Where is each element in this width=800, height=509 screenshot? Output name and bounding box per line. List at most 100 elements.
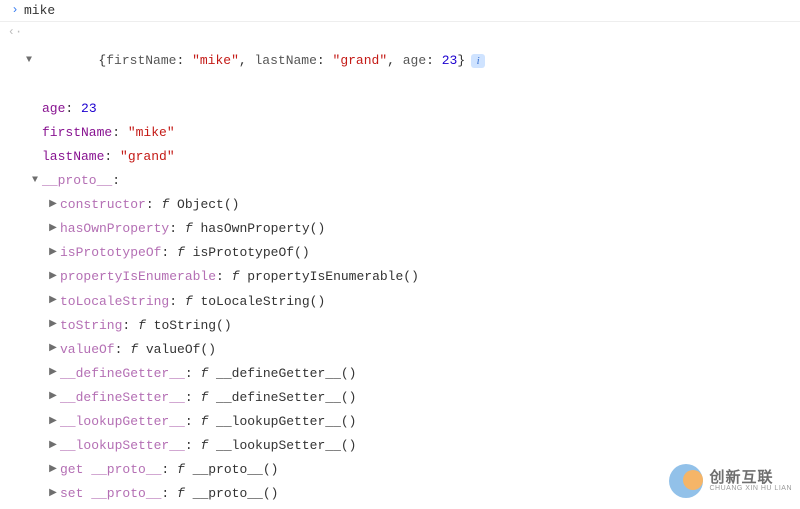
proto-method-key: isPrototypeOf — [60, 241, 161, 265]
proto-method-row[interactable]: ▶propertyIsEnumerable: f propertyIsEnume… — [12, 265, 794, 289]
proto-method-fn: __lookupSetter__() — [216, 434, 356, 458]
expand-arrow-right-icon[interactable]: ▶ — [48, 292, 58, 311]
proto-method-fn: toLocaleString() — [200, 290, 325, 314]
comma: , — [239, 53, 255, 68]
colon: : — [112, 121, 128, 145]
proto-method-row[interactable]: ▶toLocaleString: f toLocaleString() — [12, 290, 794, 314]
summary-val: 23 — [442, 53, 458, 68]
summary-val: "grand" — [333, 53, 388, 68]
colon: : — [176, 53, 192, 68]
watermark-text-py: CHUANG XIN HU LIAN — [709, 485, 792, 492]
summary-val: "mike" — [192, 53, 239, 68]
proto-method-key: get __proto__ — [60, 458, 161, 482]
proto-method-key: toString — [60, 314, 122, 338]
prop-val: "mike" — [128, 121, 175, 145]
proto-method-key: toLocaleString — [60, 290, 169, 314]
prop-key: lastName — [42, 145, 104, 169]
proto-method-row[interactable]: ▶isPrototypeOf: f isPrototypeOf() — [12, 241, 794, 265]
prop-val: "grand" — [120, 145, 175, 169]
proto-method-fn: propertyIsEnumerable() — [247, 265, 419, 289]
colon: : — [185, 434, 201, 458]
prop-lastName[interactable]: lastName: "grand" — [24, 145, 794, 169]
expand-arrow-right-icon[interactable]: ▶ — [48, 485, 58, 504]
colon: : — [216, 265, 232, 289]
prop-key: firstName — [42, 121, 112, 145]
proto-method-key: propertyIsEnumerable — [60, 265, 216, 289]
proto-method-fn: __proto__() — [193, 458, 279, 482]
expand-arrow-down-icon[interactable]: ▼ — [30, 172, 40, 191]
prop-key: __proto__ — [42, 169, 112, 193]
proto-method-fn: __defineSetter__() — [216, 386, 356, 410]
expand-arrow-right-icon[interactable]: ▶ — [48, 364, 58, 383]
proto-method-row[interactable]: ▶__defineSetter__: f __defineSetter__() — [12, 386, 794, 410]
colon: : — [161, 241, 177, 265]
proto-method-key: constructor — [60, 193, 146, 217]
expand-arrow-right-icon[interactable]: ▶ — [48, 413, 58, 432]
expand-arrow-right-icon[interactable]: ▶ — [48, 220, 58, 239]
expand-arrow-right-icon[interactable]: ▶ — [48, 461, 58, 480]
colon: : — [169, 290, 185, 314]
expand-arrow-right-icon[interactable]: ▶ — [48, 437, 58, 456]
expand-arrow-right-icon[interactable]: ▶ — [48, 316, 58, 335]
colon: : — [185, 386, 201, 410]
colon: : — [317, 53, 333, 68]
proto-method-key: __lookupSetter__ — [60, 434, 185, 458]
input-prompt-icon: › — [6, 3, 24, 17]
prop-key: age — [42, 97, 65, 121]
colon: : — [122, 314, 138, 338]
colon: : — [185, 362, 201, 386]
proto-method-row[interactable]: ▶constructor: f Object() — [12, 193, 794, 217]
watermark: 创新互联 CHUANG XIN HU LIAN — [669, 464, 792, 498]
comma: , — [387, 53, 403, 68]
expand-arrow-right-icon[interactable]: ▶ — [48, 388, 58, 407]
proto-method-row[interactable]: ▶hasOwnProperty: f hasOwnProperty() — [12, 217, 794, 241]
colon: : — [65, 97, 81, 121]
function-f-icon: f — [200, 386, 216, 410]
summary-key: age — [403, 53, 426, 68]
summary-key: firstName — [106, 53, 176, 68]
function-f-icon: f — [200, 434, 216, 458]
proto-method-fn: __lookupGetter__() — [216, 410, 356, 434]
function-f-icon: f — [177, 241, 193, 265]
object-summary-row[interactable]: ▼ {firstName: "mike", lastName: "grand",… — [24, 25, 794, 97]
proto-method-row[interactable]: ▶__lookupSetter__: f __lookupSetter__() — [12, 434, 794, 458]
proto-method-row[interactable]: ▶toString: f toString() — [12, 314, 794, 338]
function-f-icon: f — [177, 482, 193, 506]
proto-method-fn: __defineGetter__() — [216, 362, 356, 386]
prop-age[interactable]: age: 23 — [24, 97, 794, 121]
watermark-text-zh: 创新互联 — [709, 470, 792, 485]
proto-method-key: set __proto__ — [60, 482, 161, 506]
prop-firstName[interactable]: firstName: "mike" — [24, 121, 794, 145]
colon: : — [104, 145, 120, 169]
prop-proto[interactable]: ▼ __proto__: — [12, 169, 794, 193]
function-f-icon: f — [200, 362, 216, 386]
function-f-icon: f — [200, 410, 216, 434]
function-f-icon: f — [177, 458, 193, 482]
expand-arrow-right-icon[interactable]: ▶ — [48, 268, 58, 287]
expand-arrow-right-icon[interactable]: ▶ — [48, 196, 58, 215]
info-icon[interactable]: i — [471, 54, 485, 68]
expand-arrow-right-icon[interactable]: ▶ — [48, 340, 58, 359]
proto-method-key: hasOwnProperty — [60, 217, 169, 241]
expand-arrow-down-icon[interactable]: ▼ — [24, 52, 34, 71]
console-input-line[interactable]: › mike — [0, 0, 800, 22]
proto-method-fn: Object() — [177, 193, 239, 217]
proto-method-row[interactable]: ▶valueOf: f valueOf() — [12, 338, 794, 362]
colon: : — [169, 217, 185, 241]
proto-method-row[interactable]: ▶__lookupGetter__: f __lookupGetter__() — [12, 410, 794, 434]
colon: : — [115, 338, 131, 362]
proto-method-fn: isPrototypeOf() — [193, 241, 310, 265]
output-prompt-icon: ‹· — [6, 25, 24, 39]
function-f-icon: f — [185, 290, 201, 314]
colon: : — [426, 53, 442, 68]
colon: : — [161, 482, 177, 506]
object-tree: ▼ {firstName: "mike", lastName: "grand",… — [24, 25, 794, 506]
colon: : — [185, 410, 201, 434]
proto-method-key: __defineSetter__ — [60, 386, 185, 410]
prop-val: 23 — [81, 97, 97, 121]
proto-method-row[interactable]: ▶__defineGetter__: f __defineGetter__() — [12, 362, 794, 386]
proto-method-fn: __proto__() — [193, 482, 279, 506]
proto-method-fn: valueOf() — [146, 338, 216, 362]
expand-arrow-right-icon[interactable]: ▶ — [48, 244, 58, 263]
watermark-logo-icon — [669, 464, 703, 498]
